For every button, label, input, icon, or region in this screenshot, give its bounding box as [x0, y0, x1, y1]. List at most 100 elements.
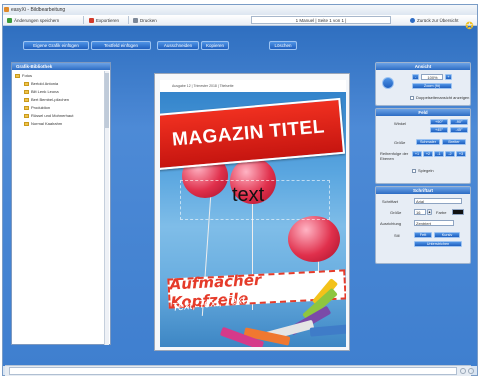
tree-item[interactable]: Bert Bembel-pilzchen [24, 97, 69, 102]
rotate-button[interactable]: +90° [430, 119, 448, 125]
text-placeholder[interactable]: text [232, 184, 264, 207]
font-panel: Schriftart Schriftart Arial Größe 16 ▴ F… [375, 186, 471, 264]
folder-icon [24, 113, 29, 118]
folder-icon [15, 73, 20, 78]
scrollbar-thumb[interactable] [105, 73, 109, 128]
export-icon [89, 17, 94, 23]
back-arrow-icon [410, 17, 415, 23]
menu-separator [128, 16, 129, 24]
style-label: Stil [394, 233, 400, 238]
rotate-button[interactable]: +45° [430, 127, 448, 133]
title-banner[interactable]: MAGAZIN TITEL [160, 97, 346, 171]
export-label: Exportieren [96, 17, 120, 23]
printer-icon [133, 17, 138, 23]
document-header: Ausgabe 12 | Trimester 2018 | Titelseite [160, 80, 346, 92]
magazine-title: MAGAZIN TITEL [171, 116, 326, 151]
font-family-label: Schriftart [382, 199, 399, 204]
cut-button[interactable]: Ausschneiden [157, 41, 199, 50]
save-changes-menu-item[interactable]: Änderungen speichern [7, 17, 59, 23]
tree-item[interactable]: Normal Kaalrahm [24, 121, 62, 126]
print-menu-item[interactable]: Drucken [133, 17, 157, 23]
zoom-in-button[interactable]: + [445, 74, 452, 80]
font-size-field[interactable]: 16 [414, 209, 426, 215]
rotate-button[interactable]: -45° [450, 127, 468, 133]
alignment-label: Ausrichtung [380, 221, 402, 226]
field-panel: Feld Winkel +90° -90° +45° -45° Größe Sc… [375, 108, 471, 184]
mirror-label: Spiegeln [418, 168, 434, 173]
wider-button[interactable]: Breiter [442, 139, 466, 145]
pan-control[interactable] [382, 77, 394, 89]
app-icon [4, 7, 9, 12]
layer-order-button[interactable]: +3 [456, 151, 466, 157]
status-bar [5, 365, 474, 376]
alignment-select[interactable]: Zentriert [414, 220, 454, 226]
font-color-swatch[interactable] [452, 209, 464, 215]
folder-icon [24, 121, 29, 126]
field-panel-title: Feld [376, 109, 470, 116]
insert-image-button[interactable]: Eigene Grafik einfügen [23, 41, 89, 50]
font-size-stepper[interactable]: ▴ [427, 209, 432, 215]
bold-button[interactable]: Fett [414, 232, 432, 238]
zoom-out-button[interactable]: - [412, 74, 419, 80]
tree-scrollbar[interactable] [104, 71, 109, 345]
menu-separator [83, 16, 84, 24]
double-page-checkbox[interactable] [410, 96, 414, 100]
folder-icon [24, 81, 29, 86]
insert-textfield-button[interactable]: Textfeld einfügen [91, 41, 151, 50]
folder-icon [24, 105, 29, 110]
status-indicator-icon [460, 368, 466, 374]
layer-order-label: Reihenfolge der Ebenen [380, 151, 409, 161]
balloon-image[interactable] [288, 216, 340, 262]
layer-order-button[interactable]: -1 [434, 151, 444, 157]
tree-item[interactable]: Bilt Lenk Leona [24, 89, 59, 94]
layer-order-button[interactable]: +2 [423, 151, 433, 157]
graphics-library-panel: Grafik-Bibliothek Fotos Bertold Antonia … [11, 62, 111, 345]
rotate-button[interactable]: -90° [450, 119, 468, 125]
folder-icon [24, 89, 29, 94]
tree-item-label: Bilt Lenk Leona [31, 89, 59, 94]
export-menu-item[interactable]: Exportieren [89, 17, 119, 23]
save-icon [7, 17, 12, 23]
back-label: Zurück zur Übersicht [417, 17, 459, 23]
status-indicator-icon [468, 368, 474, 374]
page-info: 1 Manuel | Seite 1 von 1 | [251, 16, 391, 24]
tree-item-label: Produktion [31, 105, 51, 110]
tree-item-label: Bert Bembel-pilzchen [31, 97, 70, 102]
layer-order-button[interactable]: -2 [445, 151, 455, 157]
size-label: Größe [394, 140, 406, 145]
layer-order-button[interactable]: +1 [412, 151, 422, 157]
document-canvas[interactable]: Ausgabe 12 | Trimester 2018 | Titelseite… [160, 80, 346, 347]
font-panel-title: Schriftart [376, 187, 470, 194]
tree-item-label: Bertold Antonia [31, 81, 59, 86]
back-to-overview-link[interactable]: Zurück zur Übersicht [410, 17, 459, 23]
tree-item-label: Normal Kaalrahm [31, 121, 63, 126]
tree-item[interactable]: Produktion [24, 105, 50, 110]
menu-bar: Änderungen speichern Exportieren Drucken… [3, 15, 477, 26]
zoom-value[interactable]: 100% [421, 74, 443, 80]
delete-button[interactable]: Löschen [269, 41, 297, 50]
tree-root-label: Fotos [22, 73, 33, 78]
print-label: Drucken [140, 17, 157, 23]
tree-item[interactable]: Bertold Antonia [24, 81, 58, 86]
narrower-button[interactable]: Schmaler [416, 139, 440, 145]
library-title: Grafik-Bibliothek [12, 63, 110, 70]
crayon-image [309, 324, 346, 337]
status-field [9, 367, 457, 375]
window-title: easyXi - Bildbearbeitung [11, 7, 66, 13]
italic-button[interactable]: Kursiv [434, 232, 460, 238]
app-window: easyXi - Bildbearbeitung Änderungen spei… [2, 4, 478, 376]
copy-button[interactable]: Kopieren [201, 41, 229, 50]
font-color-label: Farbe [436, 210, 447, 215]
double-page-label: Doppelseitenansicht anzeigen [416, 95, 470, 100]
view-panel-title: Ansicht [376, 63, 470, 70]
rotation-label: Winkel [394, 121, 407, 126]
font-family-select[interactable]: Arial [414, 198, 462, 204]
view-panel: Ansicht - 100% + Zoom (fit) Doppelseiten… [375, 62, 471, 106]
tree-item[interactable]: Rüssel und Mohnerhaut [24, 113, 73, 118]
font-size-label: Größe [390, 210, 402, 215]
help-icon[interactable]: ✪ [463, 21, 476, 32]
zoom-fit-button[interactable]: Zoom (fit) [412, 83, 452, 89]
mirror-checkbox[interactable] [412, 169, 416, 173]
underline-button[interactable]: Unterstrichen [414, 241, 462, 247]
tree-root-folder[interactable]: Fotos [15, 73, 32, 78]
